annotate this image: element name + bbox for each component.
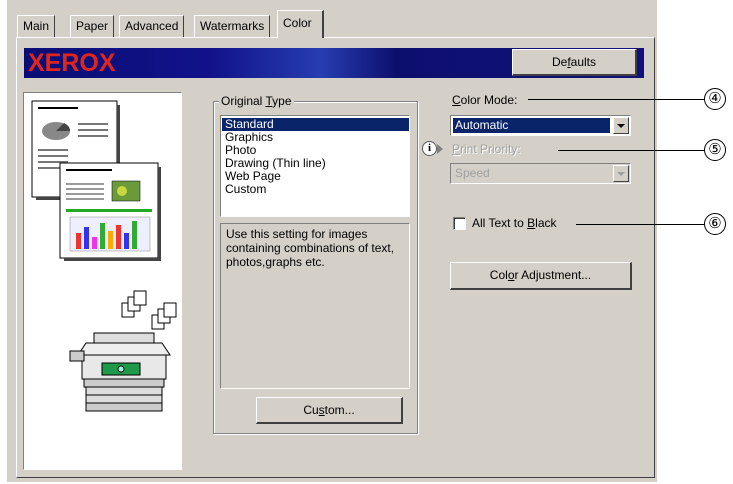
callout-line-5 (558, 150, 704, 151)
xerox-logo: XEROX (28, 49, 116, 77)
callout-line-6 (576, 224, 704, 225)
color-adjustment-button[interactable]: Color Adjustment... (450, 262, 632, 290)
color-mode-dropdown-button[interactable] (613, 117, 629, 134)
tab-advanced[interactable]: Advanced (119, 15, 185, 37)
tab-main[interactable]: Main (17, 15, 56, 37)
tab-watermarks[interactable]: Watermarks (194, 15, 271, 37)
color-mode-select[interactable]: Automatic (450, 115, 631, 136)
info-arrow-icon (437, 144, 443, 154)
defaults-button[interactable]: Defaults (512, 49, 637, 76)
chevron-down-icon (617, 124, 625, 128)
chevron-down-icon (617, 172, 625, 176)
print-priority-value: Speed (455, 166, 490, 180)
callout-6: ⑥ (704, 213, 726, 235)
document-page-front-icon (59, 162, 161, 261)
callout-5: ⑤ (704, 139, 726, 161)
print-priority-select[interactable]: Speed (450, 163, 631, 184)
tab-color[interactable]: Color (277, 10, 324, 38)
custom-button[interactable]: Custom... (256, 397, 403, 424)
callout-line-4 (528, 99, 704, 100)
print-priority-dropdown-button[interactable] (613, 165, 629, 182)
list-item-custom[interactable]: Custom (222, 183, 409, 196)
all-text-black-label[interactable]: All Text to Black (472, 216, 557, 230)
print-priority-label: Print Priority: (452, 142, 521, 156)
printer-properties-dialog: Main Paper Advanced Watermarks Color XER… (7, 0, 657, 482)
color-mode-value: Automatic (453, 118, 610, 133)
callout-4: ④ (704, 88, 726, 110)
preview-pane (23, 92, 182, 470)
tab-paper[interactable]: Paper (70, 15, 115, 37)
color-mode-label: Color Mode: (452, 93, 518, 107)
printer-device-icon (69, 332, 171, 412)
document-preview-illustration (31, 100, 177, 412)
all-text-black-checkbox[interactable] (453, 217, 466, 230)
info-icon[interactable]: i (422, 141, 437, 156)
original-type-label: Original Type (219, 94, 294, 108)
copies-collate-icon (121, 290, 177, 330)
original-type-description: Use this setting for images containing c… (220, 223, 410, 389)
original-type-listbox[interactable]: Standard Graphics Photo Drawing (Thin li… (220, 115, 410, 217)
